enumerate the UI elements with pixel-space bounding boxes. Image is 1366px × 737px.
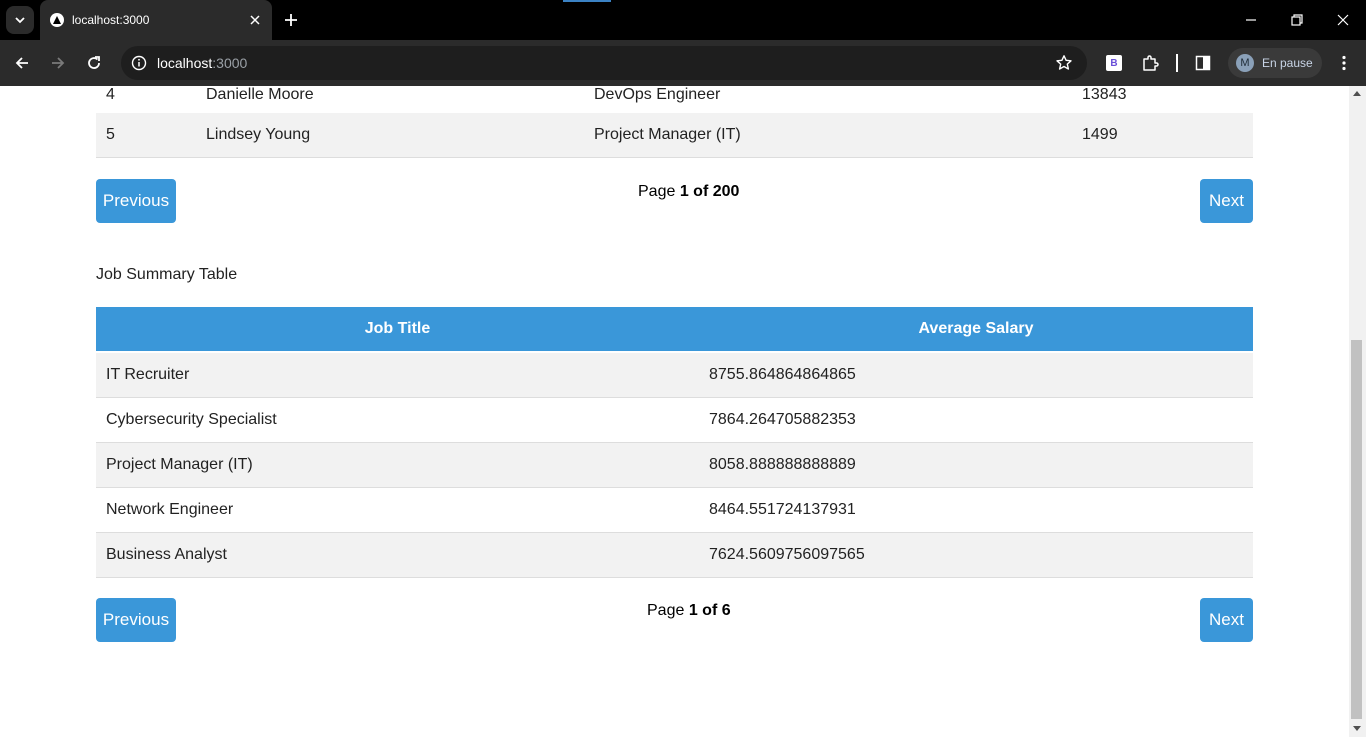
reload-button[interactable] bbox=[83, 52, 105, 74]
job-summary-previous-button[interactable]: Previous bbox=[96, 598, 176, 642]
avatar: M bbox=[1236, 54, 1254, 72]
table-row: IT Recruiter 8755.864864864865 bbox=[96, 353, 1253, 398]
table-row: Business Analyst 7624.5609756097565 bbox=[96, 533, 1253, 578]
browser-menu-button[interactable] bbox=[1333, 52, 1355, 74]
address-bar[interactable]: localhost:3000 bbox=[121, 46, 1087, 80]
page-scrollbar[interactable] bbox=[1349, 86, 1366, 737]
extension-b-button[interactable]: B bbox=[1103, 52, 1125, 74]
browser-tab[interactable]: localhost:3000 bbox=[40, 0, 272, 40]
job-summary-header: Job Title Average Salary bbox=[96, 307, 1253, 351]
tab-bar: localhost:3000 bbox=[0, 0, 1366, 40]
arrow-left-icon bbox=[15, 57, 28, 69]
plus-icon bbox=[285, 14, 297, 26]
employee-job-title: DevOps Engineer bbox=[594, 86, 721, 103]
job-title-cell: Project Manager (IT) bbox=[106, 456, 253, 473]
column-header-job-title: Job Title bbox=[364, 320, 431, 337]
job-summary-title: Job Summary Table bbox=[96, 266, 238, 283]
employee-id: 5 bbox=[106, 126, 115, 143]
close-icon bbox=[1337, 14, 1349, 26]
restore-icon bbox=[1291, 14, 1303, 26]
employee-job-title: Project Manager (IT) bbox=[594, 126, 741, 143]
chevron-down-icon bbox=[15, 17, 25, 24]
back-button[interactable] bbox=[11, 52, 33, 74]
extension-badge: B bbox=[1110, 57, 1118, 69]
scroll-down-arrow-icon[interactable] bbox=[1353, 726, 1361, 731]
browser-toolbar: localhost:3000 B M En pause bbox=[0, 40, 1366, 86]
employee-id: 4 bbox=[106, 86, 115, 103]
employees-next-button[interactable]: Next bbox=[1200, 179, 1253, 223]
scroll-up-arrow-icon[interactable] bbox=[1353, 91, 1361, 96]
bookmark-star-icon[interactable] bbox=[1055, 54, 1073, 72]
employee-name: Lindsey Young bbox=[206, 126, 311, 143]
url-text: localhost:3000 bbox=[157, 55, 247, 71]
employee-salary: 1499 bbox=[1082, 126, 1118, 143]
reload-icon bbox=[88, 56, 100, 69]
table-row: Network Engineer 8464.551724137931 bbox=[96, 488, 1253, 533]
page-prefix: Page bbox=[647, 602, 685, 619]
table-row: Project Manager (IT) 8058.888888888889 bbox=[96, 443, 1253, 488]
average-salary-cell: 8464.551724137931 bbox=[709, 501, 856, 518]
page-prefix: Page bbox=[638, 183, 676, 200]
job-title-cell: Business Analyst bbox=[106, 546, 227, 563]
arrow-right-icon bbox=[52, 57, 65, 69]
tab-search-button[interactable] bbox=[6, 6, 34, 34]
average-salary-cell: 7624.5609756097565 bbox=[709, 546, 865, 563]
average-salary-cell: 7864.264705882353 bbox=[709, 411, 856, 428]
new-tab-button[interactable] bbox=[281, 10, 301, 30]
url-host: localhost bbox=[157, 55, 213, 71]
profile-status: En pause bbox=[1262, 56, 1313, 70]
page-viewport: 4 Danielle Moore DevOps Engineer 13843 5… bbox=[0, 86, 1349, 737]
average-salary-cell: 8058.888888888889 bbox=[709, 456, 856, 473]
close-window-button[interactable] bbox=[1333, 10, 1353, 30]
page-current: 1 of 200 bbox=[679, 183, 740, 200]
table-row: 5 Lindsey Young Project Manager (IT) 149… bbox=[96, 113, 1253, 158]
tab-title: localhost:3000 bbox=[72, 13, 150, 27]
extension-b-icon: B bbox=[1106, 55, 1122, 71]
profile-button[interactable]: M En pause bbox=[1228, 48, 1322, 78]
job-title-cell: Cybersecurity Specialist bbox=[106, 411, 277, 428]
minimize-button[interactable] bbox=[1241, 10, 1261, 30]
employees-previous-button[interactable]: Previous bbox=[96, 179, 176, 223]
employee-name: Danielle Moore bbox=[206, 86, 314, 103]
restore-button[interactable] bbox=[1287, 10, 1307, 30]
minimize-icon bbox=[1246, 19, 1256, 21]
job-title-cell: Network Engineer bbox=[106, 501, 234, 518]
toolbar-divider bbox=[1176, 54, 1178, 72]
employees-page-indicator: Page 1 of 200 bbox=[638, 183, 739, 201]
favicon-icon bbox=[50, 13, 64, 27]
employee-salary: 13843 bbox=[1082, 86, 1127, 103]
puzzle-icon bbox=[1143, 55, 1159, 71]
close-icon bbox=[250, 15, 260, 25]
url-port: :3000 bbox=[212, 55, 248, 71]
side-panel-button[interactable] bbox=[1192, 52, 1214, 74]
tab-close-button[interactable] bbox=[245, 10, 265, 30]
extensions-button[interactable] bbox=[1139, 52, 1161, 74]
job-summary-next-button[interactable]: Next bbox=[1200, 598, 1253, 642]
job-summary-page-indicator: Page 1 of 6 bbox=[647, 602, 731, 620]
scrollbar-thumb[interactable] bbox=[1351, 340, 1362, 719]
column-header-average-salary: Average Salary bbox=[918, 320, 1034, 337]
side-panel-icon bbox=[1195, 55, 1211, 71]
site-info-icon[interactable] bbox=[131, 55, 147, 71]
average-salary-cell: 8755.864864864865 bbox=[709, 366, 856, 383]
page-current: 1 of 6 bbox=[688, 602, 731, 619]
job-title-cell: IT Recruiter bbox=[106, 366, 190, 383]
tab-strip-indicator bbox=[563, 0, 611, 2]
forward-button[interactable] bbox=[47, 52, 69, 74]
table-row: Cybersecurity Specialist 7864.2647058823… bbox=[96, 398, 1253, 443]
more-vertical-icon bbox=[1342, 55, 1346, 71]
